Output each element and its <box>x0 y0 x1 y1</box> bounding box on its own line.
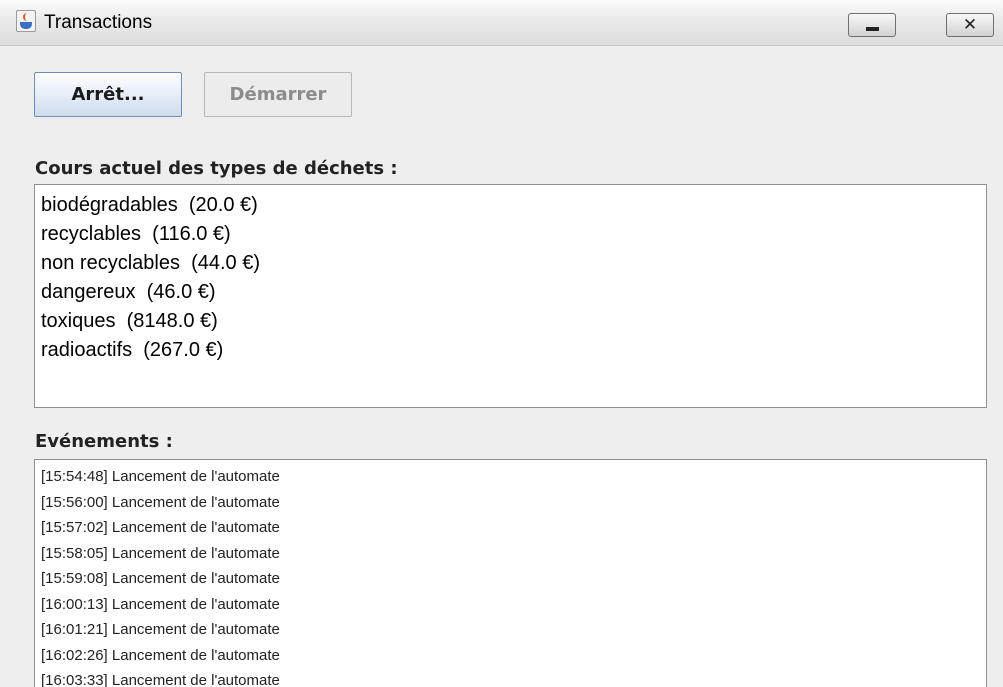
list-item[interactable]: [16:01:21] Lancement de l'automate <box>41 617 986 643</box>
list-item[interactable]: [15:56:00] Lancement de l'automate <box>41 490 986 516</box>
list-item[interactable]: [16:03:33] Lancement de l'automate <box>41 668 986 687</box>
list-item[interactable]: [15:57:02] Lancement de l'automate <box>41 515 986 541</box>
rates-heading: Cours actuel des types de déchets : <box>35 158 398 179</box>
list-item[interactable]: radioactifs (267.0 €) <box>41 336 986 365</box>
list-item[interactable]: dangereux (46.0 €) <box>41 278 986 307</box>
transactions-window: Transactions ✕ Arrêt... Démarrer Cours a… <box>0 0 1003 687</box>
close-button[interactable]: ✕ <box>946 13 994 37</box>
rates-list[interactable]: biodégradables (20.0 €) recyclables (116… <box>34 184 987 408</box>
start-button: Démarrer <box>204 72 352 117</box>
list-item[interactable]: toxiques (8148.0 €) <box>41 307 986 336</box>
list-item[interactable]: [16:02:26] Lancement de l'automate <box>41 643 986 669</box>
close-icon: ✕ <box>962 15 978 35</box>
list-item[interactable]: non recyclables (44.0 €) <box>41 249 986 278</box>
events-heading: Evénements : <box>35 431 173 452</box>
list-item[interactable]: [15:54:48] Lancement de l'automate <box>41 464 986 490</box>
list-item[interactable]: [16:00:13] Lancement de l'automate <box>41 592 986 618</box>
java-cup-icon <box>16 10 36 32</box>
minimize-icon <box>866 27 879 31</box>
title-bar[interactable]: Transactions ✕ <box>0 0 1003 46</box>
minimize-button[interactable] <box>848 13 896 37</box>
list-item[interactable]: [15:59:08] Lancement de l'automate <box>41 566 986 592</box>
list-item[interactable]: [15:58:05] Lancement de l'automate <box>41 541 986 567</box>
stop-button[interactable]: Arrêt... <box>34 72 182 117</box>
window-title: Transactions <box>44 12 153 33</box>
list-item[interactable]: recyclables (116.0 €) <box>41 220 986 249</box>
events-log[interactable]: [15:54:48] Lancement de l'automate [15:5… <box>34 459 987 687</box>
list-item[interactable]: biodégradables (20.0 €) <box>41 191 986 220</box>
